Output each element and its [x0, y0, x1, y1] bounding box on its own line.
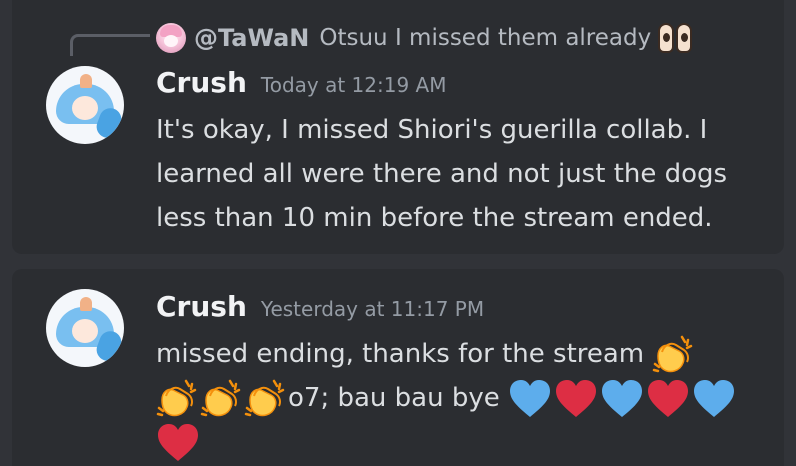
message-line — [156, 420, 738, 464]
reply-preview[interactable]: @TaWaN Otsuu I missed them already — [156, 20, 693, 56]
reply-avatar[interactable] — [156, 23, 186, 53]
timestamp[interactable]: Yesterday at 11:17 PM — [261, 297, 484, 321]
blue-heart-icon[interactable] — [600, 378, 644, 420]
message-line: missed ending, thanks for the stream — [156, 332, 738, 376]
username[interactable]: Crush — [156, 290, 247, 323]
reply-connector — [70, 34, 150, 56]
blue-heart-icon[interactable] — [508, 378, 552, 420]
message-content: It's okay, I missed Shiori's guerilla co… — [156, 108, 727, 240]
message-line: learned all were there and not just the … — [156, 159, 728, 189]
blue-heart-icon[interactable] — [692, 378, 736, 420]
red-heart-icon[interactable] — [554, 378, 598, 420]
clapping-hands-icon[interactable] — [244, 378, 286, 420]
message-line: less than 10 min before the stream ended… — [156, 203, 713, 233]
clapping-hands-icon[interactable] — [156, 378, 198, 420]
reply-username[interactable]: @TaWaN — [194, 24, 309, 52]
message-header: Crush Yesterday at 11:17 PM — [156, 290, 484, 326]
reply-text[interactable]: Otsuu I missed them already — [319, 25, 651, 51]
chat-canvas: @TaWaN Otsuu I missed them already Crush… — [0, 0, 796, 466]
message-line: It's okay, I missed Shiori's guerilla co… — [156, 115, 708, 145]
avatar[interactable] — [46, 289, 124, 367]
message-text: missed ending, thanks for the stream — [156, 339, 645, 369]
message-text: o7; bau bau bye — [288, 383, 500, 413]
message-header: Crush Today at 12:19 AM — [156, 66, 446, 102]
message-line: o7; bau bau bye — [156, 376, 738, 420]
red-heart-icon[interactable] — [156, 422, 200, 464]
clapping-hands-icon[interactable] — [652, 334, 694, 376]
red-heart-icon[interactable] — [646, 378, 690, 420]
message-content: missed ending, thanks for the stream o7;… — [156, 332, 738, 464]
timestamp[interactable]: Today at 12:19 AM — [261, 73, 447, 97]
avatar[interactable] — [46, 66, 124, 144]
username[interactable]: Crush — [156, 66, 247, 99]
paw-hands-emote-icon — [657, 21, 693, 55]
clapping-hands-icon[interactable] — [200, 378, 242, 420]
